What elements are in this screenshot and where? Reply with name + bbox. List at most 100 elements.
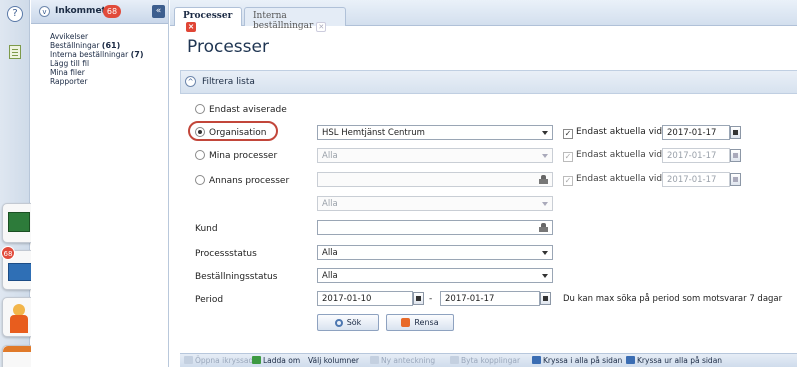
- chevron-up-icon[interactable]: ^: [185, 76, 196, 87]
- radio-label: Endast aviserade: [209, 105, 287, 115]
- only-current-others-checkbox: ✓ Endast aktuella vid: [563, 174, 662, 186]
- calendar-icon[interactable]: [540, 292, 551, 305]
- inbox-count-badge: 68: [1, 246, 15, 260]
- checkbox-label: Endast aktuella vid: [576, 174, 663, 184]
- radio-button[interactable]: [195, 175, 205, 185]
- open-marked-button: Öppna ikryssad: [184, 356, 253, 367]
- select-value: HSL Hemtjänst Centrum: [322, 128, 425, 138]
- date-org-field[interactable]: 2017-01-17: [662, 125, 730, 140]
- search-icon: [334, 319, 343, 327]
- change-links-button: Byta kopplingar: [450, 356, 520, 367]
- process-status-select[interactable]: Alla: [317, 245, 553, 260]
- order-status-select[interactable]: Alla: [317, 268, 553, 283]
- organisation-select[interactable]: HSL Hemtjänst Centrum: [317, 125, 553, 140]
- others-processes-select: Alla: [317, 196, 553, 211]
- customer-label: Kund: [195, 224, 218, 234]
- others-processes-lookup: [317, 172, 553, 187]
- radio-label: Annans processer: [209, 176, 290, 186]
- checkbox-unchecked-icon: [626, 356, 635, 364]
- sidebar-item-count: (7): [130, 50, 144, 59]
- chevron-down-icon[interactable]: v: [39, 6, 50, 17]
- process-status-label: Processstatus: [195, 249, 257, 259]
- dropdown-arrow-icon: [542, 251, 548, 255]
- radio-others-processes[interactable]: Annans processer: [195, 175, 289, 186]
- date-my-field: 2017-01-17: [662, 148, 730, 163]
- main-content: Processer✕ Interna beställningar ✕ Proces…: [170, 0, 797, 367]
- document-icon[interactable]: [9, 45, 21, 59]
- inbox-header[interactable]: v Inkommet 68 «: [31, 0, 168, 24]
- my-processes-select: Alla: [317, 148, 553, 163]
- checkbox-checked[interactable]: ✓: [563, 129, 573, 139]
- radio-only-notified[interactable]: Endast aviserade: [195, 104, 287, 115]
- clear-button[interactable]: Rensa: [386, 314, 454, 331]
- radio-button-selected[interactable]: [195, 127, 205, 137]
- tab-label: Interna beställningar: [253, 11, 314, 31]
- tab-interna-bestallningar[interactable]: Interna beställningar ✕: [244, 7, 346, 32]
- spreadsheet-icon: [8, 212, 30, 232]
- select-value: Alla: [322, 248, 338, 258]
- inbox-menu: Avvikelser Beställningar (61) Interna be…: [31, 24, 168, 86]
- period-to-field[interactable]: 2017-01-17: [440, 291, 540, 306]
- inbox-title: Inkommet: [55, 6, 106, 16]
- checkbox-label: Endast aktuella vid: [576, 127, 663, 137]
- calendar-icon: [730, 173, 741, 186]
- choose-columns-button[interactable]: Välj kolumner: [308, 356, 359, 367]
- search-button[interactable]: Sök: [317, 314, 379, 331]
- close-icon[interactable]: ✕: [186, 22, 196, 32]
- note-icon: [370, 356, 379, 364]
- link-icon: [450, 356, 459, 364]
- refresh-icon: [252, 356, 261, 364]
- sidebar-item-interna-bestallningar[interactable]: Interna beställningar (7): [50, 50, 168, 59]
- sidebar-item-label: Lägg till fil: [50, 59, 90, 68]
- person-icon-body: [10, 315, 28, 333]
- radio-button[interactable]: [195, 104, 205, 114]
- sidebar: v Inkommet 68 « Avvikelser Beställningar…: [31, 0, 169, 367]
- calendar-icon[interactable]: [413, 292, 424, 305]
- checkbox-checked-icon: [532, 356, 541, 364]
- select-value: Alla: [322, 199, 338, 209]
- period-separator: -: [429, 294, 433, 304]
- button-label: Byta kopplingar: [461, 356, 521, 365]
- only-current-my-checkbox: ✓ Endast aktuella vid: [563, 150, 662, 162]
- sidebar-item-lagg-till-fil[interactable]: Lägg till fil: [50, 59, 168, 68]
- sidebar-item-rapporter[interactable]: Rapporter: [50, 77, 168, 86]
- button-label: Rensa: [414, 318, 439, 327]
- sidebar-item-label: Rapporter: [50, 77, 88, 86]
- filter-list-toggle[interactable]: ^ Filtrera lista: [180, 70, 797, 94]
- close-icon[interactable]: ✕: [316, 22, 327, 32]
- sidebar-item-mina-filer[interactable]: Mina filer: [50, 68, 168, 77]
- sidebar-item-avvikelser[interactable]: Avvikelser: [50, 32, 168, 41]
- order-status-label: Beställningsstatus: [195, 272, 278, 282]
- period-from-field[interactable]: 2017-01-10: [317, 291, 413, 306]
- radio-label: Organisation: [209, 128, 267, 138]
- collapse-sidebar-button[interactable]: «: [152, 5, 165, 18]
- sidebar-item-label: Mina filer: [50, 68, 85, 77]
- check-all-button[interactable]: Kryssa i alla på sidan: [532, 356, 622, 367]
- reload-button[interactable]: Ladda om: [252, 356, 300, 367]
- only-current-org-checkbox[interactable]: ✓ Endast aktuella vid: [563, 127, 662, 139]
- checkbox-checked: ✓: [563, 152, 573, 162]
- uncheck-all-button[interactable]: Kryssa ur alla på sidan: [626, 356, 722, 367]
- page-title: Processer: [187, 37, 269, 57]
- tab-processer[interactable]: Processer✕: [174, 7, 242, 32]
- dropdown-arrow-icon: [542, 154, 548, 158]
- calendar-icon[interactable]: [730, 126, 741, 139]
- new-note-button: Ny anteckning: [370, 356, 435, 367]
- sidebar-item-bestallningar[interactable]: Beställningar (61): [50, 41, 168, 50]
- customer-lookup[interactable]: [317, 220, 553, 235]
- radio-label: Mina processer: [209, 151, 278, 161]
- eraser-icon: [401, 318, 411, 327]
- calendar-icon: [730, 149, 741, 162]
- button-label: Välj kolumner: [308, 356, 359, 365]
- radio-my-processes[interactable]: Mina processer: [195, 150, 277, 161]
- button-label: Ladda om: [263, 356, 301, 365]
- button-label: Öppna ikryssad: [195, 356, 254, 365]
- radio-button[interactable]: [195, 150, 205, 160]
- button-label: Sök: [346, 318, 362, 327]
- help-icon[interactable]: ?: [7, 6, 23, 22]
- user-lookup-icon[interactable]: [539, 175, 548, 184]
- radio-organisation[interactable]: Organisation: [195, 127, 267, 138]
- dropdown-arrow-icon: [542, 202, 548, 206]
- sidebar-item-label: Interna beställningar: [50, 50, 129, 59]
- user-lookup-icon[interactable]: [539, 223, 548, 232]
